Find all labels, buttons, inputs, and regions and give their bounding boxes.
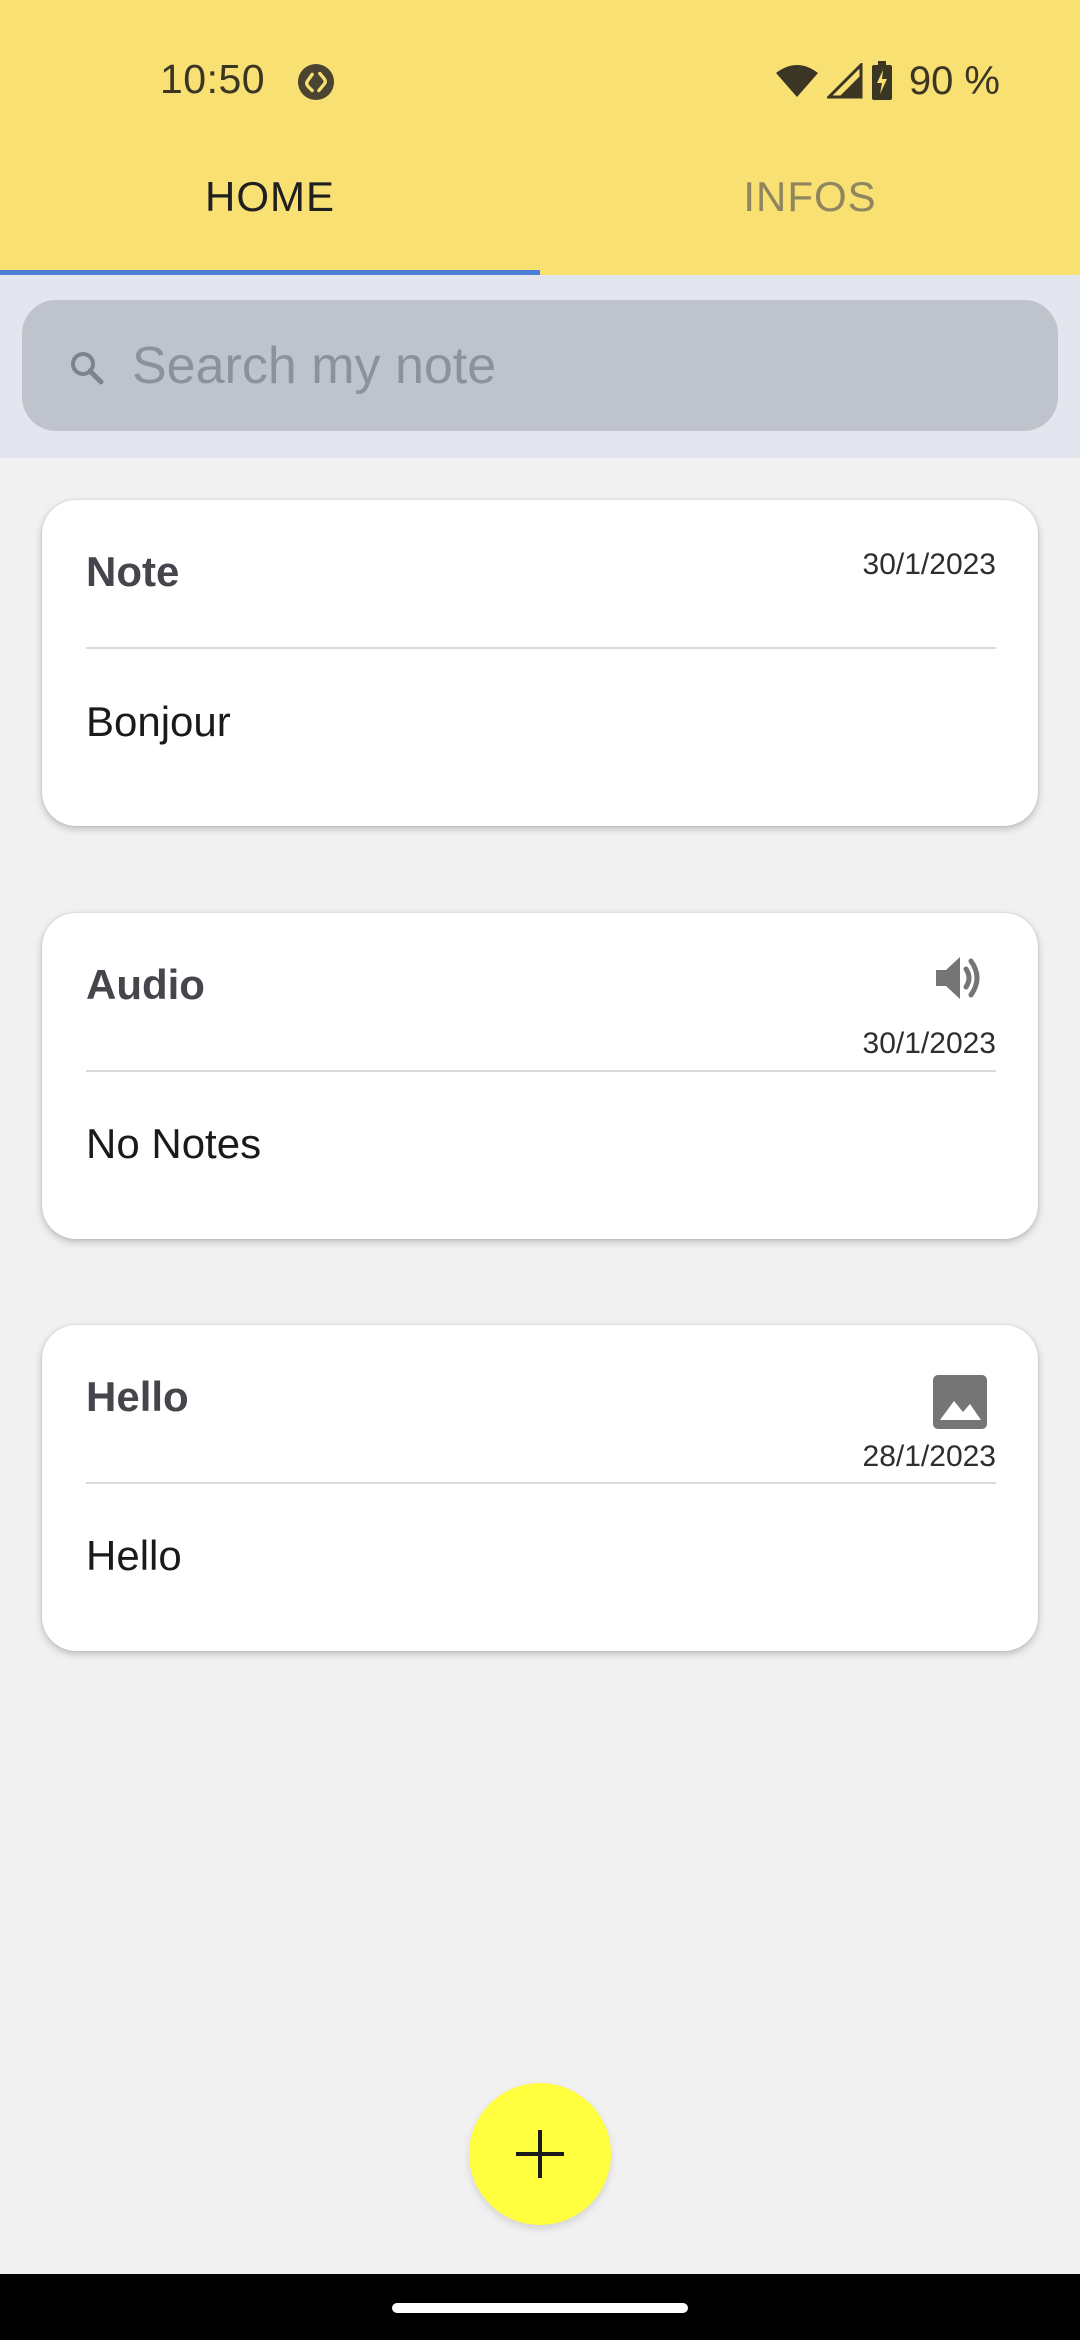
- battery-charging-icon: [871, 61, 892, 100]
- note-body: Bonjour: [86, 698, 231, 745]
- card-divider: [86, 1070, 996, 1072]
- note-date: 28/1/2023: [862, 1440, 996, 1473]
- note-date: 30/1/2023: [862, 1027, 996, 1060]
- tab-home[interactable]: HOME: [0, 165, 540, 275]
- note-card[interactable]: Note 30/1/2023 Bonjour: [42, 500, 1038, 826]
- note-title: Audio: [86, 961, 205, 1008]
- note-card[interactable]: Audio 30/1/2023 No Notes: [42, 913, 1038, 1239]
- cellular-signal-icon: [826, 63, 863, 99]
- note-title: Hello: [86, 1373, 189, 1420]
- card-divider: [86, 1482, 996, 1484]
- tab-infos[interactable]: INFOS: [540, 165, 1080, 275]
- wifi-icon: [775, 65, 818, 97]
- app-bar: 10:50 90 % HOME INFOS: [0, 0, 1080, 275]
- add-note-button[interactable]: [469, 2083, 611, 2225]
- image-icon[interactable]: [930, 1372, 990, 1432]
- search-area: [0, 275, 1080, 458]
- system-navigation-bar: [0, 2274, 1080, 2340]
- tab-home-label: HOME: [205, 173, 335, 220]
- search-bar[interactable]: [22, 300, 1058, 431]
- status-time: 10:50: [160, 56, 266, 102]
- card-divider: [86, 647, 996, 649]
- status-icons: 90 %: [775, 56, 1000, 106]
- search-icon: [71, 352, 104, 385]
- shazam-icon: [297, 63, 335, 101]
- note-title: Note: [86, 548, 180, 595]
- note-body: Hello: [86, 1532, 182, 1579]
- volume-icon[interactable]: [930, 948, 990, 1008]
- note-card[interactable]: Hello 28/1/2023 Hello: [42, 1325, 1038, 1651]
- note-body: No Notes: [86, 1120, 262, 1167]
- tab-infos-label: INFOS: [743, 173, 877, 220]
- status-bar: 10:50 90 %: [0, 0, 1080, 165]
- plus-icon: [516, 2130, 564, 2178]
- note-date: 30/1/2023: [862, 548, 996, 581]
- tab-bar: HOME INFOS: [0, 165, 1080, 275]
- search-input[interactable]: [132, 320, 1032, 411]
- home-gesture-handle[interactable]: [392, 2303, 688, 2313]
- battery-percent: 90 %: [908, 58, 1000, 103]
